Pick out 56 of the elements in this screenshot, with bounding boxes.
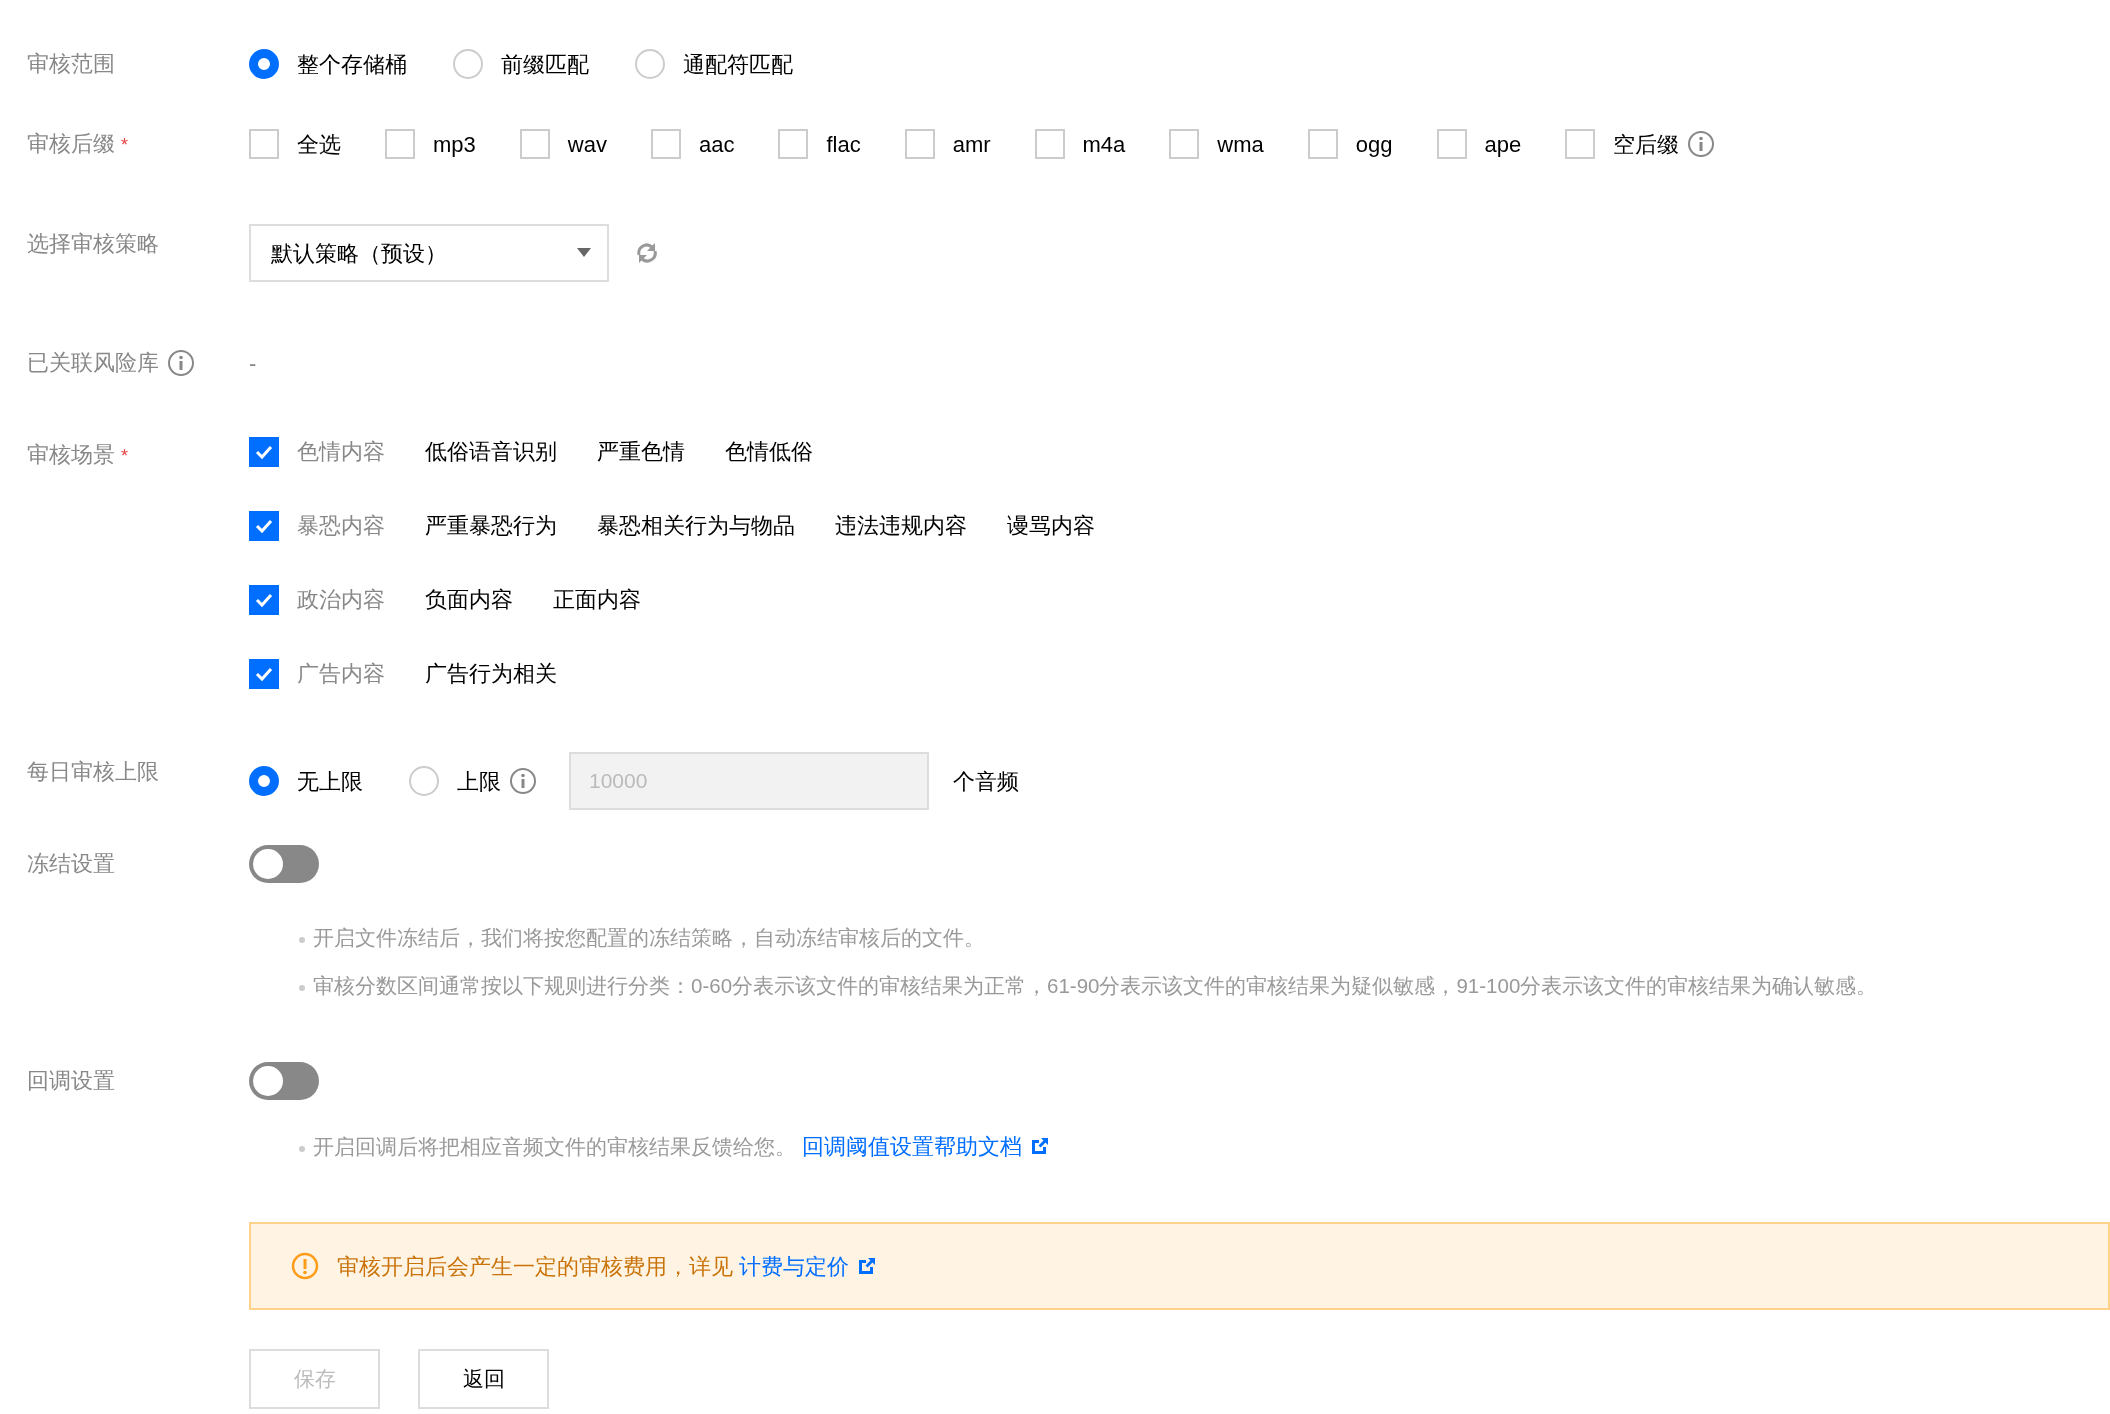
field-label: 选择审核策略 xyxy=(27,231,159,256)
checkbox-option[interactable]: 全选 xyxy=(249,127,341,161)
warning-text: 审核开启后会产生一定的审核费用，详见 计费与定价 xyxy=(337,1249,878,1283)
toggle-switch[interactable] xyxy=(249,845,319,883)
checkbox-option[interactable]: 暴恐内容 xyxy=(249,509,385,542)
scene-item: 暴恐相关行为与物品 xyxy=(597,512,795,540)
field-label: 冻结设置 xyxy=(27,851,115,876)
strategy-select[interactable]: 默认策略（预设） xyxy=(249,224,609,282)
back-button[interactable]: 返回 xyxy=(418,1349,549,1409)
toggle-switch[interactable] xyxy=(249,1062,319,1100)
field-label: 已关联风险库 xyxy=(27,349,159,377)
external-link-icon[interactable] xyxy=(1029,1136,1050,1156)
info-icon[interactable] xyxy=(167,349,195,377)
checkbox-option[interactable]: aac xyxy=(650,127,735,161)
checkbox-option[interactable]: m4a xyxy=(1034,127,1126,161)
unit-label: 个音频 xyxy=(953,767,1019,796)
scene-item: 严重色情 xyxy=(597,438,685,466)
caret-icon xyxy=(577,248,591,258)
scene-item: 低俗语音识别 xyxy=(425,438,557,466)
scene-item: 色情低俗 xyxy=(725,438,813,466)
help-note: 审核分数区间通常按以下规则进行分类：0-60分表示该文件的审核结果为正常，61-90分表示该文件的审核结果为疑似敏感，91-100分表示该文件的审核结果为确认敏感。 xyxy=(299,971,2110,1001)
radio-option[interactable]: 前缀匹配 xyxy=(453,47,589,81)
checkbox-option[interactable]: wma xyxy=(1169,127,1264,161)
scene-item: 谩骂内容 xyxy=(1007,512,1095,540)
radio-option[interactable]: 整个存储桶 xyxy=(249,47,407,81)
scene-item: 严重暴恐行为 xyxy=(425,512,557,540)
field-value: - xyxy=(249,349,257,378)
field-label: 审核后缀 xyxy=(27,131,115,156)
help-link[interactable]: 回调阈值设置帮助文档 xyxy=(801,1134,1050,1159)
checkbox-option[interactable]: ape xyxy=(1436,127,1522,161)
checkbox-option[interactable]: 色情内容 xyxy=(249,435,385,468)
help-note: 开启文件冻结后，我们将按您配置的冻结策略，自动冻结审核后的文件。 xyxy=(299,923,2110,953)
checkbox-option[interactable]: 空后缀 xyxy=(1565,127,1680,161)
help-note: 开启回调后将把相应音频文件的审核结果反馈给您。 回调阈值设置帮助文档 xyxy=(299,1132,2110,1162)
required-asterisk: * xyxy=(121,446,128,466)
scene-item: 广告行为相关 xyxy=(425,660,557,688)
field-label: 回调设置 xyxy=(27,1068,115,1093)
checkbox-option[interactable]: ogg xyxy=(1307,127,1393,161)
field-label: 每日审核上限 xyxy=(27,759,159,784)
scene-item: 负面内容 xyxy=(425,586,513,614)
scene-item: 违法违规内容 xyxy=(835,512,967,540)
field-label: 审核范围 xyxy=(27,51,115,76)
info-icon[interactable] xyxy=(1687,130,1716,158)
checkbox-option[interactable]: mp3 xyxy=(385,127,476,161)
checkbox-option[interactable]: wav xyxy=(519,127,607,161)
checkbox-option[interactable]: 政治内容 xyxy=(249,583,385,616)
external-link-icon[interactable] xyxy=(857,1255,878,1276)
radio-option[interactable]: 通配符匹配 xyxy=(635,47,793,81)
checkbox-option[interactable]: flac xyxy=(778,127,861,161)
warning-icon xyxy=(291,1252,319,1280)
field-label: 审核场景 xyxy=(27,442,115,467)
pricing-link[interactable]: 计费与定价 xyxy=(739,1253,878,1279)
required-asterisk: * xyxy=(121,135,128,155)
checkbox-option[interactable]: 广告内容 xyxy=(249,657,385,690)
scene-item: 正面内容 xyxy=(553,586,641,614)
checkbox-option[interactable]: amr xyxy=(904,127,991,161)
